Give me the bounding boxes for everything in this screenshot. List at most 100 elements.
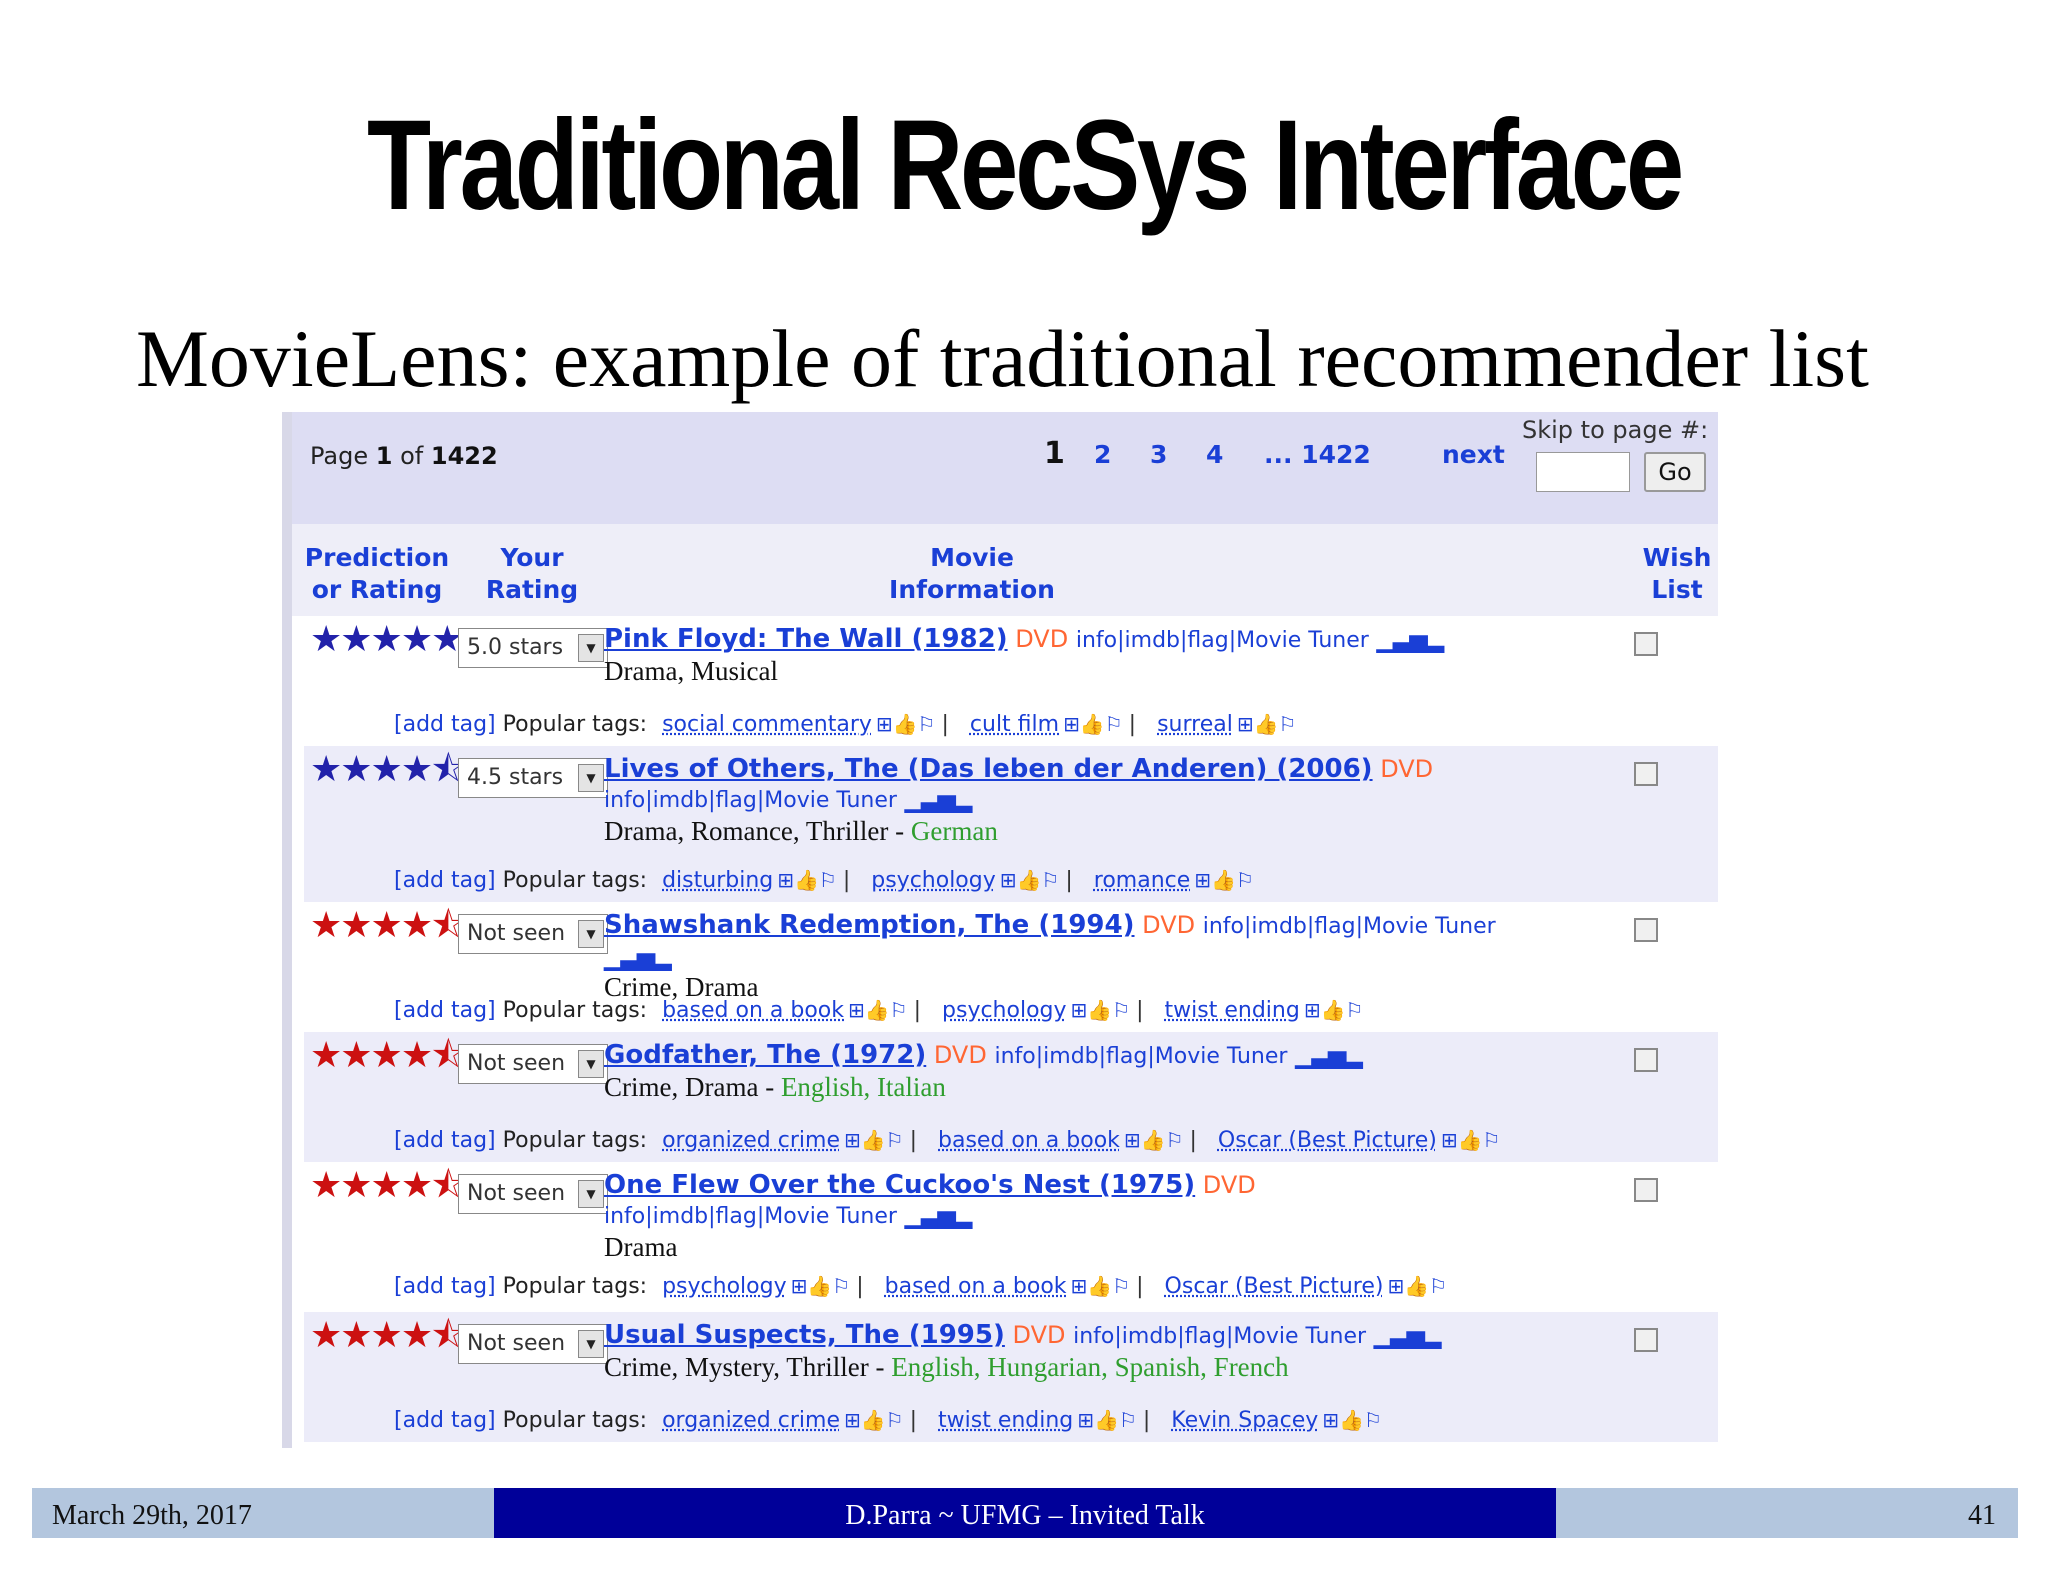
chevron-down-icon[interactable]: ▼ xyxy=(578,1050,604,1078)
movie-links[interactable]: info|imdb|flag|Movie Tuner xyxy=(604,788,897,813)
wish-list-checkbox[interactable] xyxy=(1634,1048,1658,1072)
tag-link[interactable]: psychology xyxy=(942,998,1067,1023)
page-link-2[interactable]: 2 xyxy=(1094,440,1111,469)
wish-list-checkbox[interactable] xyxy=(1634,1328,1658,1352)
movie-tuner-icon[interactable]: ▁▃▅▂ xyxy=(1374,1321,1442,1349)
tag-vote-icon[interactable]: ⊞👍⚐ xyxy=(1194,868,1254,892)
movie-tuner-icon[interactable]: ▁▃▅▂ xyxy=(905,1201,973,1229)
movie-title-link[interactable]: One Flew Over the Cuckoo's Nest (1975) xyxy=(604,1170,1195,1200)
wish-list-checkbox[interactable] xyxy=(1634,632,1658,656)
tag-link[interactable]: psychology xyxy=(871,868,996,893)
tag-link[interactable]: Oscar (Best Picture) xyxy=(1218,1128,1437,1153)
chevron-down-icon[interactable]: ▼ xyxy=(578,920,604,948)
your-rating-select[interactable]: 4.5 stars ▼ xyxy=(458,758,608,798)
your-rating-select[interactable]: 5.0 stars ▼ xyxy=(458,628,608,668)
tag-link[interactable]: Oscar (Best Picture) xyxy=(1165,1274,1384,1299)
page-link-4[interactable]: 4 xyxy=(1206,440,1223,469)
movie-title-link[interactable]: Lives of Others, The (Das leben der Ande… xyxy=(604,754,1373,784)
movie-tuner-icon[interactable]: ▁▃▅▂ xyxy=(1295,1041,1363,1069)
tag-link[interactable]: twist ending xyxy=(1165,998,1300,1023)
tag-vote-icon[interactable]: ⊞👍⚐ xyxy=(1237,712,1297,736)
movie-links[interactable]: info|imdb|flag|Movie Tuner xyxy=(1073,1324,1366,1349)
add-tag-link[interactable]: [add tag] xyxy=(394,1128,496,1153)
tag-vote-icon[interactable]: ⊞👍⚐ xyxy=(844,1128,904,1152)
tag-link[interactable]: organized crime xyxy=(662,1408,840,1433)
popular-tags-label: Popular tags: xyxy=(502,998,648,1023)
tag-vote-icon[interactable]: ⊞👍⚐ xyxy=(876,712,936,736)
add-tag-link[interactable]: [add tag] xyxy=(394,1408,496,1433)
tag-vote-icon[interactable]: ⊞👍⚐ xyxy=(1071,998,1131,1022)
tag-link[interactable]: disturbing xyxy=(662,868,773,893)
movie-links[interactable]: info|imdb|flag|Movie Tuner xyxy=(604,1204,897,1229)
tag-link[interactable]: based on a book xyxy=(885,1274,1067,1299)
page-total: 1422 xyxy=(430,442,498,470)
tag-vote-icon[interactable]: ⊞👍⚐ xyxy=(848,998,908,1022)
add-tag-link[interactable]: [add tag] xyxy=(394,712,496,737)
tag-link[interactable]: based on a book xyxy=(938,1128,1120,1153)
movie-links[interactable]: info|imdb|flag|Movie Tuner xyxy=(1076,628,1369,653)
movie-title-link[interactable]: Usual Suspects, The (1995) xyxy=(604,1320,1005,1350)
tag-vote-icon[interactable]: ⊞👍⚐ xyxy=(1000,868,1060,892)
your-rating-select[interactable]: Not seen ▼ xyxy=(458,1044,608,1084)
dvd-link[interactable]: DVD xyxy=(1013,1321,1066,1349)
page-link-last[interactable]: ... 1422 xyxy=(1264,440,1371,469)
your-rating-select[interactable]: Not seen ▼ xyxy=(458,914,608,954)
wish-list-checkbox[interactable] xyxy=(1634,762,1658,786)
tag-vote-icon[interactable]: ⊞👍⚐ xyxy=(777,868,837,892)
movie-tuner-icon[interactable]: ▁▃▅▂ xyxy=(905,785,973,813)
tag-vote-icon[interactable]: ⊞👍⚐ xyxy=(1387,1274,1447,1298)
dvd-link[interactable]: DVD xyxy=(1203,1171,1256,1199)
tag-link[interactable]: romance xyxy=(1094,868,1191,893)
tag-vote-icon[interactable]: ⊞👍⚐ xyxy=(1071,1274,1131,1298)
tag-vote-icon[interactable]: ⊞👍⚐ xyxy=(791,1274,851,1298)
movie-title-link[interactable]: Godfather, The (1972) xyxy=(604,1040,926,1070)
tag-link[interactable]: twist ending xyxy=(938,1408,1073,1433)
tag-vote-icon[interactable]: ⊞👍⚐ xyxy=(1322,1408,1382,1432)
your-rating-select[interactable]: Not seen ▼ xyxy=(458,1324,608,1364)
dvd-link[interactable]: DVD xyxy=(934,1041,987,1069)
go-button[interactable]: Go xyxy=(1644,452,1706,492)
prediction-stars: ★★★★⯪ xyxy=(310,1165,465,1206)
tag-link[interactable]: surreal xyxy=(1157,712,1233,737)
movie-links[interactable]: info|imdb|flag|Movie Tuner xyxy=(994,1044,1287,1069)
movie-row: ★★★★⯪ Not seen ▼ Usual Suspects, The (19… xyxy=(304,1312,1718,1442)
chevron-down-icon[interactable]: ▼ xyxy=(578,1180,604,1208)
tag-link[interactable]: cult film xyxy=(970,712,1059,737)
add-tag-link[interactable]: [add tag] xyxy=(394,998,496,1023)
tag-vote-icon[interactable]: ⊞👍⚐ xyxy=(844,1408,904,1432)
tag-link[interactable]: Kevin Spacey xyxy=(1171,1408,1318,1433)
movie-title-link[interactable]: Pink Floyd: The Wall (1982) xyxy=(604,624,1008,654)
tag-link[interactable]: social commentary xyxy=(662,712,872,737)
chevron-down-icon[interactable]: ▼ xyxy=(578,634,604,662)
add-tag-link[interactable]: [add tag] xyxy=(394,1274,496,1299)
movie-links[interactable]: info|imdb|flag|Movie Tuner xyxy=(1203,914,1496,939)
chevron-down-icon[interactable]: ▼ xyxy=(578,764,604,792)
tag-vote-icon[interactable]: ⊞👍⚐ xyxy=(1304,998,1364,1022)
tag-vote-icon[interactable]: ⊞👍⚐ xyxy=(1077,1408,1137,1432)
page-link-3[interactable]: 3 xyxy=(1150,440,1167,469)
wish-list-checkbox[interactable] xyxy=(1634,1178,1658,1202)
tag-line: [add tag] Popular tags: social commentar… xyxy=(394,712,1297,737)
tag-link[interactable]: based on a book xyxy=(662,998,844,1023)
movie-tuner-icon[interactable]: ▁▃▅▂ xyxy=(1376,625,1444,653)
tag-vote-icon[interactable]: ⊞👍⚐ xyxy=(1441,1128,1501,1152)
dvd-link[interactable]: DVD xyxy=(1142,911,1195,939)
page-link-1[interactable]: 1 xyxy=(1044,436,1065,471)
tag-link[interactable]: organized crime xyxy=(662,1128,840,1153)
dvd-link[interactable]: DVD xyxy=(1380,755,1433,783)
add-tag-link[interactable]: [add tag] xyxy=(394,868,496,893)
skip-to-page-input[interactable] xyxy=(1536,452,1630,492)
chevron-down-icon[interactable]: ▼ xyxy=(578,1330,604,1358)
dvd-link[interactable]: DVD xyxy=(1015,625,1068,653)
wish-list-checkbox[interactable] xyxy=(1634,918,1658,942)
col-your-rating: Your Rating xyxy=(485,543,579,604)
tag-link[interactable]: psychology xyxy=(662,1274,787,1299)
your-rating-select[interactable]: Not seen ▼ xyxy=(458,1174,608,1214)
movie-tuner-icon[interactable]: ▁▃▅▂ xyxy=(604,943,672,971)
tag-vote-icon[interactable]: ⊞👍⚐ xyxy=(1063,712,1123,736)
movie-title-link[interactable]: Shawshank Redemption, The (1994) xyxy=(604,910,1135,940)
tag-vote-icon[interactable]: ⊞👍⚐ xyxy=(1124,1128,1184,1152)
prediction-stars: ★★★★⯪ xyxy=(310,1315,465,1356)
popular-tags-label: Popular tags: xyxy=(502,1128,648,1153)
next-page-link[interactable]: next xyxy=(1442,440,1505,469)
